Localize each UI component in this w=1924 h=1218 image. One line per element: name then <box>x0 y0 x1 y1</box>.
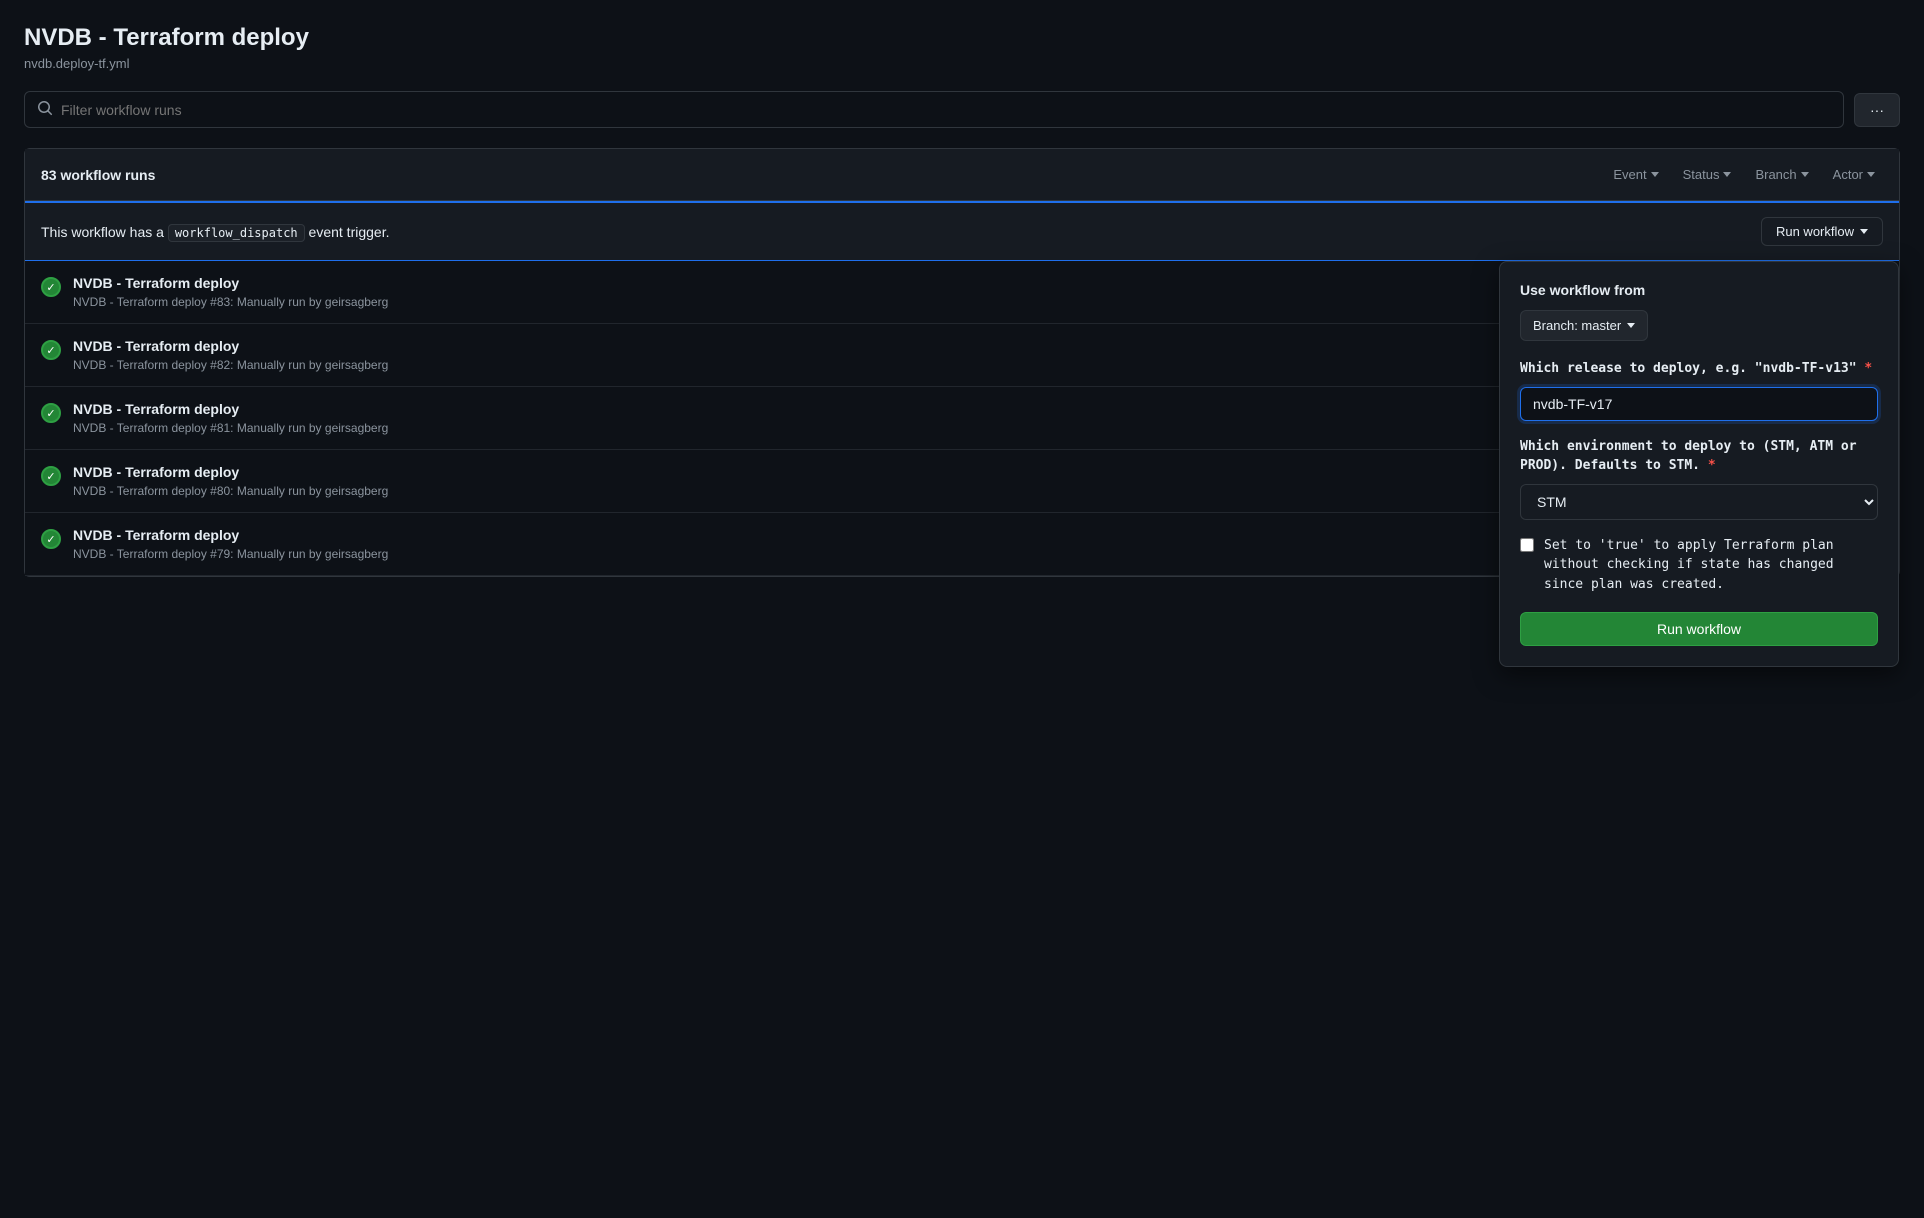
dispatch-code: workflow_dispatch <box>168 224 305 242</box>
run-workflow-submit-button[interactable]: Run workflow <box>1520 612 1878 646</box>
check-circle: ✓ <box>41 403 61 423</box>
check-circle: ✓ <box>41 340 61 360</box>
filter-branch-label: Branch <box>1755 167 1796 182</box>
release-text-input[interactable] <box>1520 387 1878 421</box>
workflow-dropdown-panel: Use workflow from Branch: master Which r… <box>1499 261 1899 667</box>
checkbox-label: Set to 'true' to apply Terraform plan wi… <box>1544 536 1878 595</box>
ellipsis-icon: ··· <box>1870 102 1884 118</box>
release-field-label: Which release to deploy, e.g. "nvdb-TF-v… <box>1520 359 1878 379</box>
apply-checkbox[interactable] <box>1520 538 1534 552</box>
run-workflow-button[interactable]: Run workflow <box>1761 217 1883 246</box>
chevron-down-icon <box>1860 229 1868 234</box>
dispatch-banner: This workflow has a workflow_dispatch ev… <box>25 201 1899 261</box>
filter-actor-label: Actor <box>1833 167 1863 182</box>
dispatch-text-before: This workflow has a <box>41 224 164 240</box>
filter-event-button[interactable]: Event <box>1605 163 1666 186</box>
dropdown-title: Use workflow from <box>1520 282 1878 298</box>
chevron-down-icon <box>1723 172 1731 177</box>
search-row: ··· <box>24 91 1900 128</box>
chevron-down-icon <box>1651 172 1659 177</box>
filter-branch-button[interactable]: Branch <box>1747 163 1816 186</box>
filter-event-label: Event <box>1613 167 1646 182</box>
environment-field-label: Which environment to deploy to (STM, ATM… <box>1520 437 1878 476</box>
search-icon <box>37 100 53 119</box>
success-status-icon: ✓ <box>41 529 61 549</box>
branch-select-button[interactable]: Branch: master <box>1520 310 1648 341</box>
chevron-down-icon <box>1801 172 1809 177</box>
more-options-button[interactable]: ··· <box>1854 93 1900 127</box>
search-box <box>24 91 1844 128</box>
page-title: NVDB - Terraform deploy <box>24 24 1900 52</box>
environment-select[interactable]: STM ATM PROD <box>1520 484 1878 520</box>
chevron-down-icon <box>1627 323 1635 328</box>
check-circle: ✓ <box>41 466 61 486</box>
dispatch-text: This workflow has a workflow_dispatch ev… <box>41 224 389 240</box>
runs-count: 83 workflow runs <box>41 167 155 183</box>
required-star: * <box>1708 458 1716 473</box>
search-input[interactable] <box>61 102 1831 118</box>
branch-select-label: Branch: master <box>1533 318 1621 333</box>
success-status-icon: ✓ <box>41 277 61 297</box>
filter-actor-button[interactable]: Actor <box>1825 163 1883 186</box>
required-star: * <box>1864 361 1872 376</box>
run-workflow-submit-label: Run workflow <box>1657 621 1741 637</box>
success-status-icon: ✓ <box>41 340 61 360</box>
page-subtitle: nvdb.deploy-tf.yml <box>24 56 1900 71</box>
runs-header: 83 workflow runs Event Status Branch Act… <box>25 149 1899 201</box>
check-circle: ✓ <box>41 277 61 297</box>
filter-status-button[interactable]: Status <box>1675 163 1740 186</box>
run-workflow-button-label: Run workflow <box>1776 224 1854 239</box>
page-header: NVDB - Terraform deploy nvdb.deploy-tf.y… <box>24 24 1900 71</box>
workflow-runs-container: 83 workflow runs Event Status Branch Act… <box>24 148 1900 577</box>
success-status-icon: ✓ <box>41 403 61 423</box>
checkbox-row: Set to 'true' to apply Terraform plan wi… <box>1520 536 1878 595</box>
success-status-icon: ✓ <box>41 466 61 486</box>
chevron-down-icon <box>1867 172 1875 177</box>
filter-status-label: Status <box>1683 167 1720 182</box>
check-circle: ✓ <box>41 529 61 549</box>
dispatch-text-after: event trigger. <box>309 224 390 240</box>
filter-buttons: Event Status Branch Actor <box>1605 163 1883 186</box>
